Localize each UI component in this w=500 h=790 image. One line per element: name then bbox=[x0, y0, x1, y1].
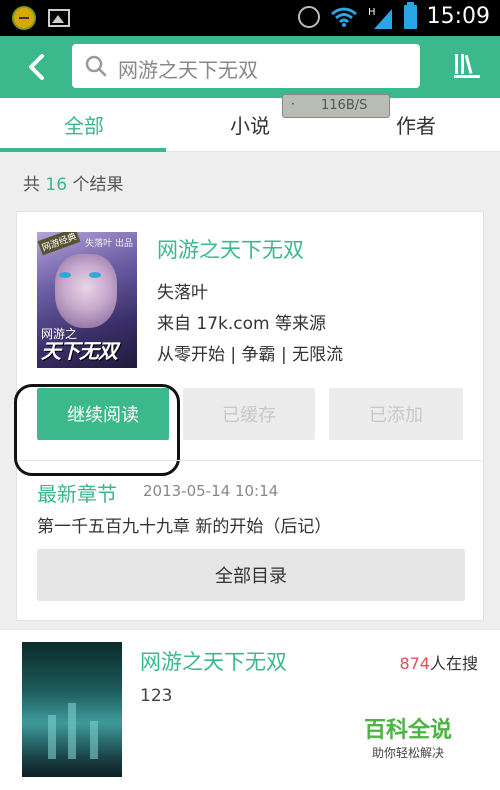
watermark-subtitle: 助你轻松解决 bbox=[372, 746, 445, 760]
result-count: 共 16 个结果 bbox=[23, 170, 123, 195]
full-catalog-button[interactable]: 全部目录 bbox=[37, 549, 465, 601]
book-title[interactable]: 网游之天下无双 bbox=[140, 646, 287, 676]
book-tags: 从零开始 | 争霸 | 无限流 bbox=[157, 345, 344, 365]
signal-icon: H bbox=[368, 7, 392, 29]
network-speed-text: 116B/S bbox=[321, 98, 368, 113]
cover-tag: 网游经典 bbox=[37, 232, 81, 256]
wifi-icon bbox=[330, 7, 357, 27]
network-type: H bbox=[368, 7, 376, 18]
cover-ruin-pillar bbox=[90, 721, 98, 759]
book-author[interactable]: 失落叶 bbox=[157, 278, 208, 303]
battery-icon bbox=[403, 1, 417, 29]
bookshelf-icon[interactable] bbox=[452, 50, 482, 80]
search-popularity: 874人在搜 bbox=[399, 650, 478, 674]
search-count-number: 874 bbox=[399, 654, 430, 673]
book-cover[interactable]: 网游经典 失落叶 出品 网游之 天下无双 bbox=[37, 232, 137, 368]
added-button[interactable]: 已添加 bbox=[329, 388, 463, 440]
speed-overlay-dot: · bbox=[291, 97, 295, 111]
search-query: 网游之天下无双 bbox=[118, 58, 258, 82]
book-card: 网游经典 失落叶 出品 网游之 天下无双 网游之天下无双 失落叶 来自 17k.… bbox=[14, 211, 484, 621]
network-speed-overlay[interactable]: · 116B/S bbox=[282, 94, 390, 118]
result-count-prefix: 共 bbox=[23, 175, 40, 195]
clock-time: 15:09 bbox=[426, 4, 490, 29]
tab-novel[interactable]: 小说 bbox=[230, 110, 270, 139]
result-count-number: 16 bbox=[45, 175, 68, 195]
cover-title: 天下无双 bbox=[41, 339, 118, 363]
status-bar: H 15:09 bbox=[0, 0, 500, 36]
cover-eye-left bbox=[59, 272, 71, 278]
search-icon bbox=[85, 55, 107, 77]
book-title[interactable]: 网游之天下无双 bbox=[157, 234, 304, 264]
image-icon bbox=[48, 9, 70, 27]
result-count-suffix: 个结果 bbox=[72, 175, 124, 195]
divider bbox=[17, 460, 483, 461]
list-item[interactable]: 网游之天下无双 874人在搜 123 百科全说 助你轻松解决 bbox=[0, 630, 500, 790]
cover-eye-right bbox=[89, 272, 101, 278]
cover-publisher: 失落叶 出品 bbox=[85, 239, 133, 249]
book-description: 123 bbox=[140, 686, 173, 706]
alarm-icon bbox=[297, 5, 320, 28]
book-cover[interactable] bbox=[22, 642, 122, 777]
active-tab-indicator bbox=[0, 148, 166, 152]
back-icon[interactable] bbox=[18, 50, 54, 84]
search-count-suffix: 人在搜 bbox=[429, 654, 478, 673]
cover-character-face bbox=[55, 254, 117, 328]
latest-chapter-label: 最新章节 bbox=[37, 482, 117, 506]
search-input[interactable]: 网游之天下无双 bbox=[72, 44, 420, 88]
cover-ruin-pillar bbox=[68, 703, 76, 759]
latest-chapter-time: 2013-05-14 10:14 bbox=[143, 482, 279, 500]
tab-bar: 全部 小说 作者 bbox=[0, 98, 500, 152]
cached-button[interactable]: 已缓存 bbox=[183, 388, 315, 440]
annotation-highlight-circle bbox=[14, 384, 180, 476]
app-bar: 网游之天下无双 bbox=[0, 36, 500, 98]
watermark-title: 百科全说 bbox=[364, 718, 453, 743]
tab-author[interactable]: 作者 bbox=[396, 110, 436, 139]
game-icon bbox=[12, 6, 36, 30]
watermark-logo: 百科全说 助你轻松解决 bbox=[350, 704, 474, 766]
tab-all[interactable]: 全部 bbox=[64, 110, 104, 139]
book-source: 来自 17k.com 等来源 bbox=[157, 314, 326, 334]
cover-ruin-pillar bbox=[48, 715, 56, 759]
latest-chapter-title[interactable]: 第一千五百九十九章 新的开始（后记） bbox=[37, 512, 331, 537]
